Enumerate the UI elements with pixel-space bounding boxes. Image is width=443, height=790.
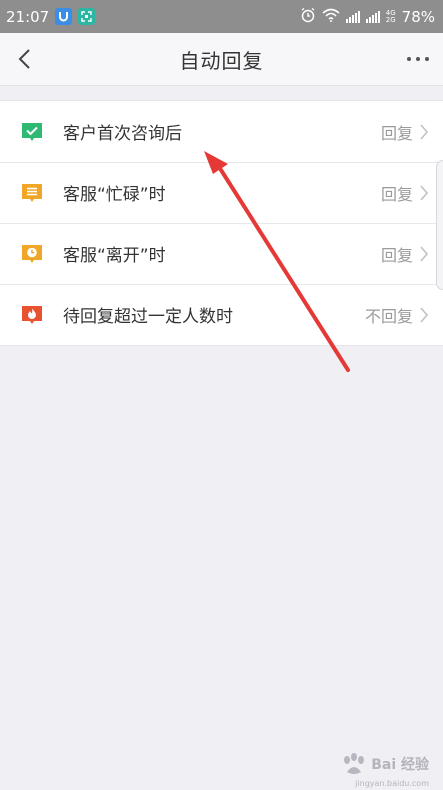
list-item-label: 待回复超过一定人数时 [63,307,233,327]
wifi-icon [322,8,340,26]
list-item-away[interactable]: 客服“离开”时 回复 [0,223,443,284]
paw-logo-icon [344,753,365,774]
chat-clock-icon [20,242,44,266]
side-drawer-handle[interactable] [436,160,443,290]
alarm-icon [300,7,316,27]
battery-level: 78% [401,7,435,26]
status-right: 4G 2G 78% [300,7,435,27]
more-dot [416,57,420,61]
chevron-right-icon [420,123,429,140]
page-title: 自动回复 [179,48,264,73]
chat-list-icon [20,181,44,205]
list-item-value: 回复 [380,245,413,265]
chevron-right-icon [420,306,429,323]
list-item-label: 客服“离开”时 [63,246,166,266]
u-app-icon [55,8,73,25]
status-time: 21:07 [6,7,50,26]
list-item-busy[interactable]: 客服“忙碌”时 回复 [0,162,443,223]
chevron-right-icon [420,184,429,201]
signal-icon [345,10,360,23]
baidu-watermark: Bai 经验 jingyan.baidu.com [341,752,429,788]
scan-app-icon [78,8,96,25]
watermark-url: jingyan.baidu.com [355,779,429,788]
watermark-text: Bai 经验 [371,757,429,773]
title-bar: 自动回复 [0,33,443,86]
list-item-queue-threshold[interactable]: 待回复超过一定人数时 不回复 [0,284,443,345]
list-item-value: 回复 [380,184,413,204]
chevron-right-icon [420,245,429,262]
list-item-value: 不回复 [364,306,413,326]
chat-check-icon [20,120,44,144]
network-type: 4G 2G [385,8,396,24]
status-bar: 21:07 4G 2G 78% [0,0,443,33]
status-left: 21:07 [6,7,96,26]
signal-icon-2 [365,10,380,23]
auto-reply-list: 客户首次咨询后 回复 客服“忙碌”时 回复 客服“离开”时 回复 待回复超过一定… [0,100,443,346]
more-button[interactable] [407,54,429,64]
list-item-label: 客户首次咨询后 [63,124,182,144]
chevron-left-icon [18,49,30,69]
list-item-label: 客服“忙碌”时 [63,185,166,205]
list-item-first-inquiry[interactable]: 客户首次咨询后 回复 [0,101,443,162]
more-dot [425,57,429,61]
more-dot [407,57,411,61]
list-item-value: 回复 [380,123,413,143]
back-button[interactable] [14,47,38,71]
chat-fire-icon [20,303,44,327]
